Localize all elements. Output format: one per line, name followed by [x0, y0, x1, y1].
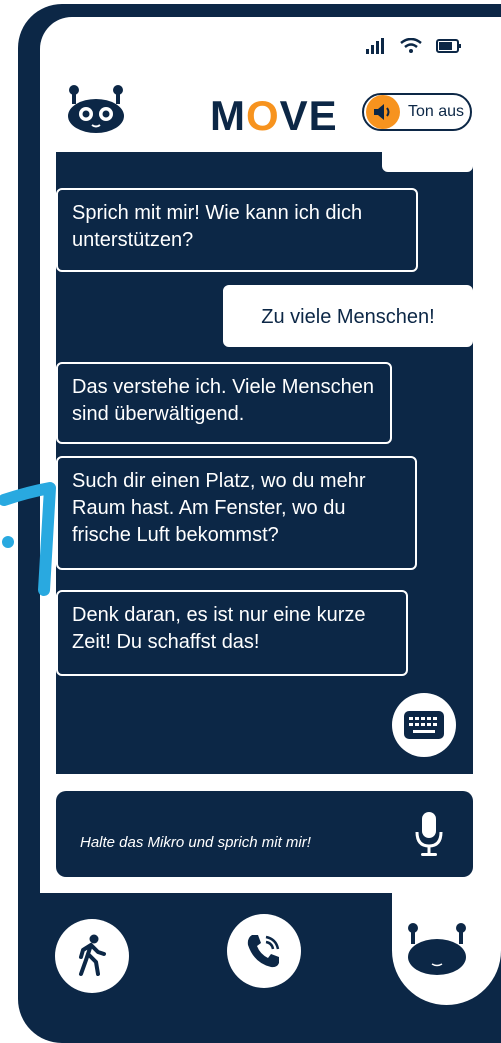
previous-message-stub: [382, 152, 473, 172]
nav-walk-button[interactable]: [55, 919, 129, 993]
battery-icon: [436, 39, 461, 53]
robot-icon: [408, 923, 466, 975]
hand-drawn-arrow-mark: [0, 482, 56, 596]
sound-toggle-label: Ton aus: [408, 103, 465, 120]
wifi-icon: [400, 38, 422, 53]
keyboard-button[interactable]: [392, 693, 456, 757]
robot-avatar-icon[interactable]: [66, 84, 126, 134]
keyboard-icon: [404, 711, 444, 739]
move-logo: MOVE: [210, 92, 338, 139]
bot-message: Such dir einen Platz, wo du mehr Raum ha…: [56, 456, 417, 570]
nav-robot-button-active[interactable]: [392, 880, 501, 1005]
bot-message: Das verstehe ich. Viele Menschen sind üb…: [56, 362, 392, 444]
bot-message: Sprich mit mir! Wie kann ich dich unters…: [56, 188, 418, 272]
voice-input-placeholder: Halte das Mikro und sprich mit mir!: [80, 834, 311, 851]
signal-icon: [366, 38, 384, 54]
walk-icon: [79, 934, 106, 976]
microphone-icon[interactable]: [414, 810, 444, 858]
nav-call-button[interactable]: [227, 914, 301, 988]
phone-icon: [247, 935, 280, 968]
speaker-icon: [366, 95, 400, 129]
bot-message: Denk daran, es ist nur eine kurze Zeit! …: [56, 590, 408, 676]
voice-input-bar[interactable]: Halte das Mikro und sprich mit mir!: [56, 791, 473, 877]
sound-toggle-button[interactable]: Ton aus: [362, 93, 472, 131]
user-message: Zu viele Menschen!: [223, 285, 473, 347]
status-bar: [0, 38, 501, 58]
